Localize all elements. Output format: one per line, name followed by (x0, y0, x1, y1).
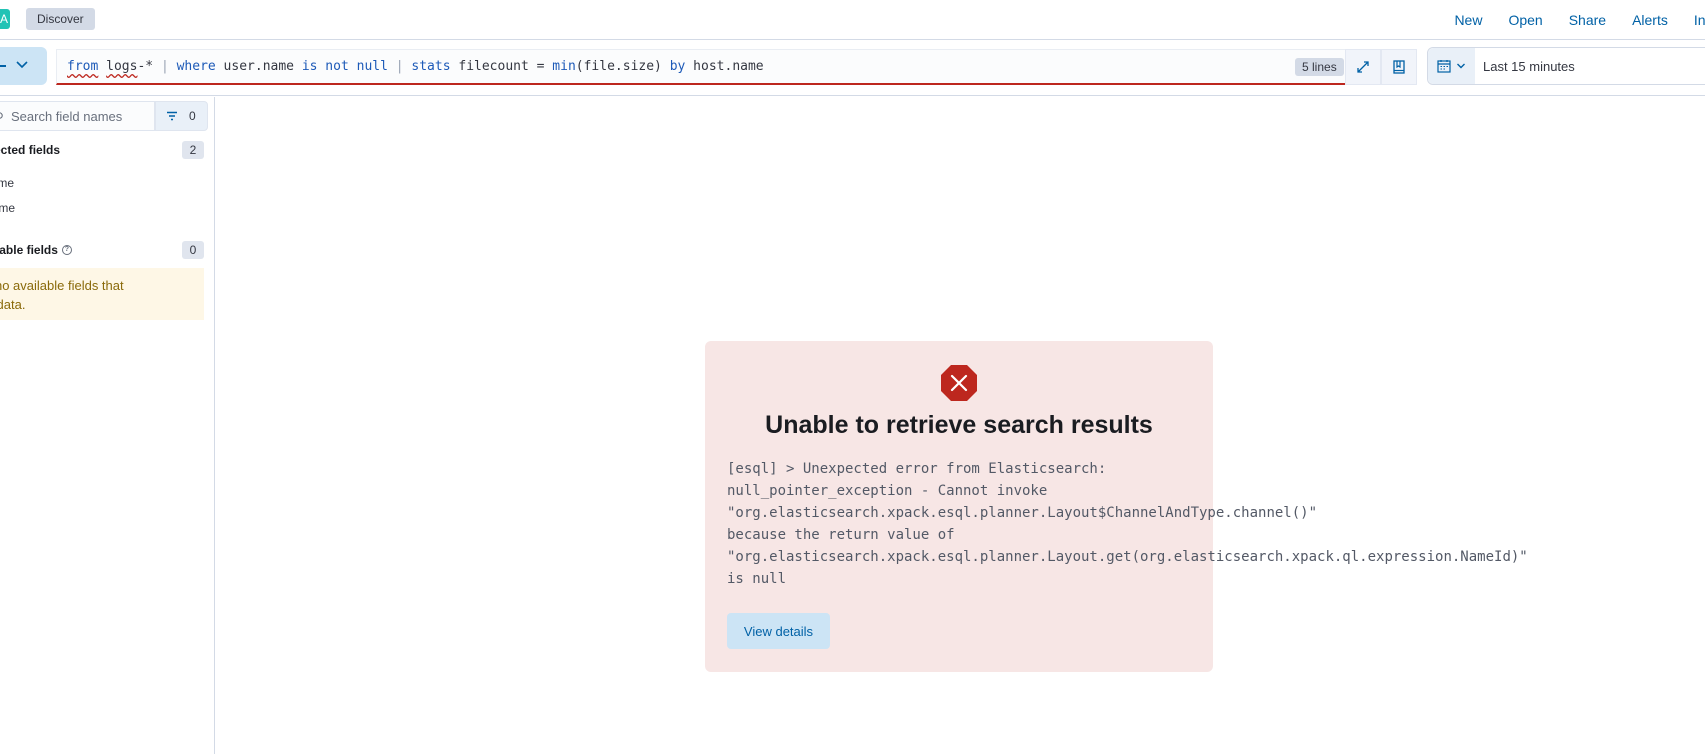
breadcrumb-discover[interactable]: Discover (26, 8, 95, 30)
quick-date-menu-button[interactable] (1428, 48, 1475, 84)
open-link[interactable]: Open (1508, 12, 1542, 28)
query-token: -* (137, 59, 161, 74)
field-list-sidebar: ⚲ 0 Selected fields 2 user.name host.nam… (0, 97, 215, 754)
error-octagon-icon (941, 365, 977, 401)
query-token (169, 59, 177, 74)
alerts-link[interactable]: Alerts (1632, 12, 1668, 28)
esql-query-editor[interactable]: from logs-* | where user.name is not nul… (56, 49, 1391, 85)
callout-line-2: contain data. (0, 297, 26, 312)
field-search-box: ⚲ (0, 101, 155, 131)
date-range-label[interactable]: Last 15 minutes (1483, 59, 1575, 74)
query-token: (file.size) (575, 59, 670, 74)
language-switcher-button[interactable] (0, 47, 47, 85)
language-icon (0, 65, 6, 67)
chevron-down-icon (16, 61, 28, 69)
no-fields-callout: There are no available fields that conta… (0, 268, 204, 320)
query-text[interactable]: from logs-* | where user.name is not nul… (67, 59, 764, 74)
field-type-filter-button[interactable]: 0 (155, 101, 208, 131)
query-token: where (176, 59, 216, 74)
date-picker: Last 15 minutes (1427, 47, 1705, 85)
query-bar: from logs-* | where user.name is not nul… (0, 41, 1705, 96)
search-field-names-input[interactable] (11, 102, 149, 130)
lines-count-badge: 5 lines (1295, 58, 1344, 76)
query-token: | (160, 59, 169, 74)
query-token: min (552, 59, 576, 74)
error-message: [esql] > Unexpected error from Elasticse… (727, 461, 1528, 587)
query-token: user.name (215, 59, 302, 74)
inspect-link[interactable]: Inspect (1694, 12, 1705, 28)
expand-icon (1357, 61, 1369, 73)
callout-line-1: There are no available fields that (0, 278, 124, 293)
error-title: Unable to retrieve search results (765, 411, 1153, 439)
query-token (388, 59, 396, 74)
query-token (98, 59, 106, 74)
query-token: is not null (301, 59, 388, 74)
help-icon[interactable]: ? (61, 245, 72, 255)
query-token: | (395, 59, 404, 74)
error-prompt: Unable to retrieve search results [esql]… (705, 341, 1528, 672)
available-fields-title: Available fields (0, 243, 58, 257)
book-icon (1393, 60, 1405, 74)
calendar-icon (1437, 60, 1451, 73)
query-token: logs (106, 59, 138, 74)
header-actions: New Open Share Alerts Inspect (1454, 0, 1705, 40)
expand-editor-button[interactable] (1345, 49, 1381, 85)
query-token: host.name (685, 59, 764, 74)
view-details-button[interactable]: View details (727, 613, 830, 649)
field-item-host-name[interactable]: host.name (0, 201, 15, 215)
query-token: by (669, 59, 686, 74)
query-token: filecount = (450, 59, 553, 74)
documentation-button[interactable] (1381, 49, 1417, 85)
filter-icon (167, 111, 177, 121)
share-link[interactable]: Share (1569, 12, 1606, 28)
field-item-user-name[interactable]: user.name (0, 176, 14, 190)
query-token: stats (411, 59, 451, 74)
search-icon: ⚲ (0, 110, 4, 124)
query-token: from (67, 59, 99, 74)
top-header: A Discover New Open Share Alerts Inspect (0, 0, 1705, 40)
filter-count: 0 (189, 109, 196, 123)
available-fields-toggle[interactable]: Available fields? (0, 243, 72, 257)
selected-fields-count: 2 (182, 141, 204, 159)
chevron-down-icon (1457, 63, 1465, 69)
new-link[interactable]: New (1454, 12, 1482, 28)
available-fields-count: 0 (182, 241, 204, 259)
selected-fields-toggle[interactable]: Selected fields (0, 143, 60, 157)
app-logo[interactable]: A (0, 9, 10, 29)
